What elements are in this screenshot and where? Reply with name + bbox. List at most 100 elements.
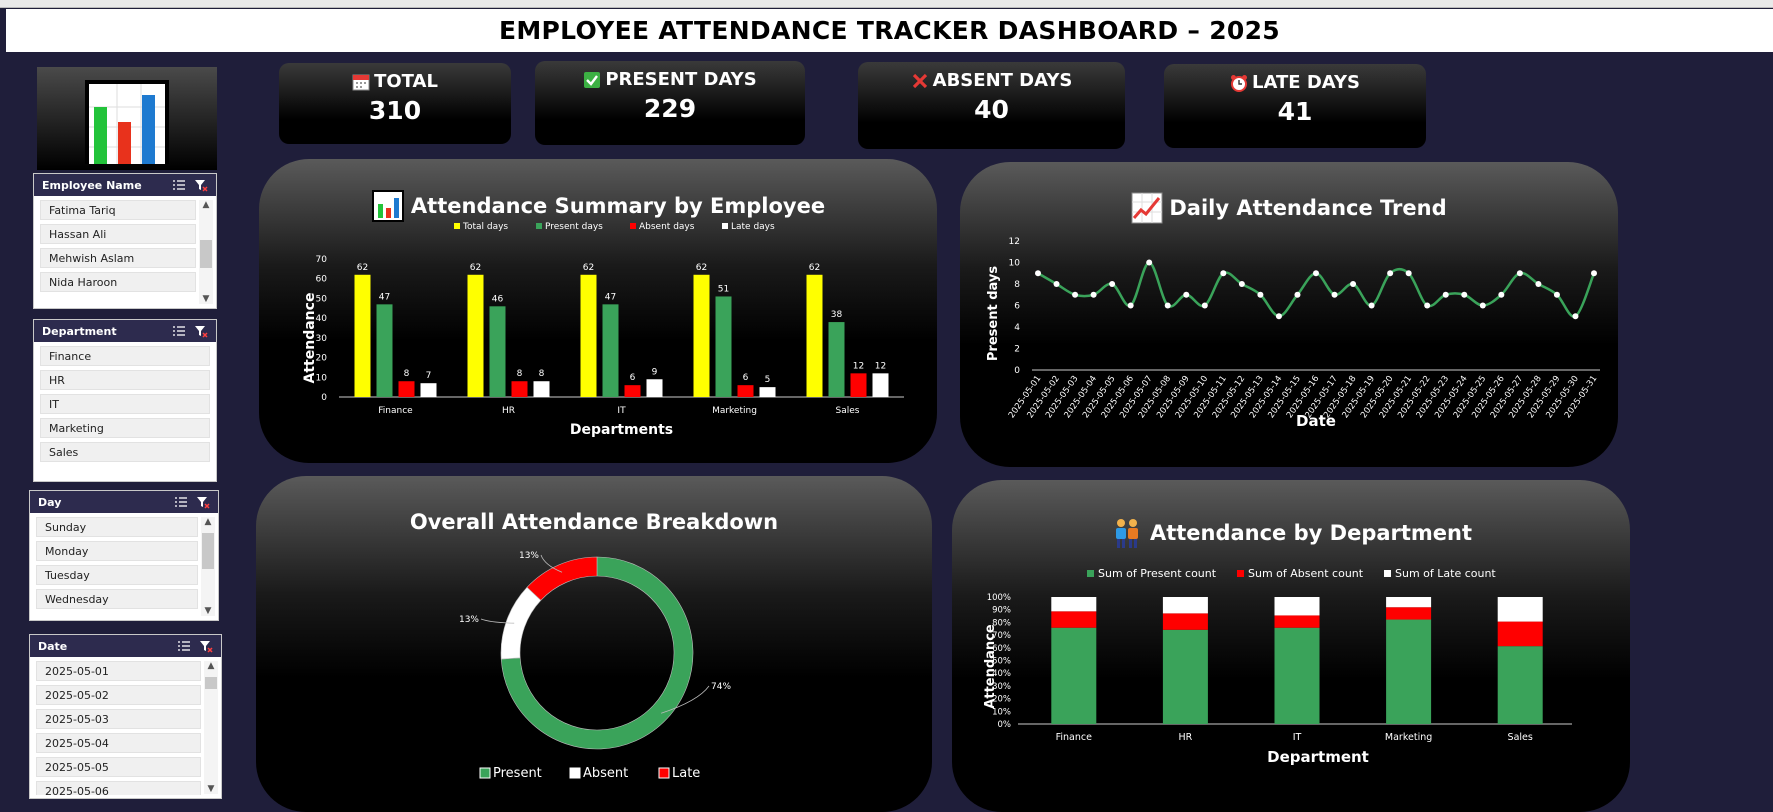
data-point bbox=[1461, 291, 1468, 298]
y-tick-label: 4 bbox=[1014, 323, 1020, 333]
multi-select-icon[interactable] bbox=[172, 178, 186, 192]
data-point bbox=[1053, 281, 1060, 287]
slicer-item[interactable]: Tuesday bbox=[36, 565, 198, 585]
clear-filter-icon[interactable] bbox=[196, 495, 210, 509]
scroll-down-icon[interactable]: ▼ bbox=[199, 294, 213, 304]
bar bbox=[489, 306, 506, 397]
data-point bbox=[1220, 270, 1227, 277]
scroll-up-icon[interactable]: ▲ bbox=[199, 200, 213, 210]
y-tick-label: 100% bbox=[987, 593, 1011, 603]
y-axis-label: Attendance bbox=[983, 624, 998, 709]
slicer-item[interactable]: 2025-05-04 bbox=[36, 733, 201, 753]
slicer-scrollbar[interactable]: ▲ ▼ bbox=[204, 661, 218, 794]
slicer-item[interactable]: Nida Haroon bbox=[40, 272, 196, 292]
clear-filter-icon[interactable] bbox=[199, 639, 213, 653]
page-title: EMPLOYEE ATTENDANCE TRACKER DASHBOARD – … bbox=[499, 16, 1280, 45]
legend-label: Total days bbox=[462, 222, 508, 232]
multi-select-icon[interactable] bbox=[174, 495, 188, 509]
data-point bbox=[1109, 281, 1116, 287]
daily-trend-chart: 0246810122025-05-012025-05-022025-05-032… bbox=[986, 237, 1600, 430]
bar-segment bbox=[1497, 597, 1543, 622]
data-point bbox=[1535, 281, 1542, 287]
scroll-down-icon[interactable]: ▼ bbox=[201, 606, 215, 616]
data-point bbox=[1442, 291, 1449, 298]
y-tick-label: 70 bbox=[316, 255, 328, 265]
legend-label: Sum of Present count bbox=[1098, 567, 1217, 580]
day-slicer: Day Sunday Monday Tuesday Wednesday ▲ ▼ bbox=[29, 490, 219, 621]
data-point bbox=[1164, 302, 1171, 309]
window-top-strip bbox=[0, 0, 1773, 8]
slicer-item[interactable]: Mehwish Aslam bbox=[40, 248, 196, 268]
data-label: 9 bbox=[652, 367, 658, 377]
bar bbox=[398, 381, 415, 397]
bar bbox=[759, 387, 776, 397]
scroll-down-icon[interactable]: ▼ bbox=[204, 784, 218, 794]
slicer-title: Day bbox=[38, 495, 62, 509]
legend-swatch bbox=[658, 767, 670, 779]
slicer-title: Employee Name bbox=[42, 178, 142, 192]
clear-filter-icon[interactable] bbox=[194, 178, 208, 192]
legend-swatch bbox=[479, 767, 491, 779]
x-tick-label: Sales bbox=[1508, 732, 1533, 743]
bar bbox=[467, 274, 484, 397]
scroll-up-icon[interactable]: ▲ bbox=[201, 517, 215, 527]
slicer-item[interactable]: Finance bbox=[40, 346, 210, 366]
bar bbox=[737, 385, 754, 397]
slicer-item[interactable]: 2025-05-06 bbox=[36, 781, 201, 795]
data-point bbox=[1405, 270, 1412, 277]
data-point bbox=[1201, 302, 1208, 309]
slicer-item[interactable]: 2025-05-01 bbox=[36, 661, 201, 681]
slicer-item[interactable]: IT bbox=[40, 394, 210, 414]
data-label: 13% bbox=[519, 551, 539, 561]
data-label: 38 bbox=[831, 310, 843, 320]
slicer-item[interactable]: Wednesday bbox=[36, 589, 198, 609]
bar bbox=[354, 274, 371, 397]
legend-swatch bbox=[722, 223, 728, 229]
legend-swatch bbox=[1384, 570, 1391, 577]
y-tick-label: 8 bbox=[1014, 280, 1020, 290]
data-point bbox=[1035, 270, 1041, 277]
bar-segment bbox=[1386, 619, 1432, 724]
data-label: 62 bbox=[809, 263, 820, 273]
attendance-summary-chart: Total days Present days Absent days Late da… bbox=[302, 222, 904, 438]
x-tick-label: IT bbox=[1293, 732, 1302, 743]
data-point bbox=[1183, 291, 1190, 298]
data-label: 47 bbox=[605, 292, 616, 302]
slicer-scrollbar[interactable]: ▲ ▼ bbox=[199, 200, 213, 304]
x-tick-label: IT bbox=[617, 406, 626, 416]
scroll-up-icon[interactable]: ▲ bbox=[204, 661, 218, 671]
slicer-item[interactable]: Fatima Tariq bbox=[40, 200, 196, 220]
calendar-icon bbox=[352, 74, 370, 90]
bar-segment bbox=[1274, 627, 1320, 724]
legend-label: Late days bbox=[731, 222, 775, 232]
data-label: 74% bbox=[711, 682, 731, 692]
slicer-item[interactable]: HR bbox=[40, 370, 210, 390]
bar bbox=[580, 274, 597, 397]
data-point bbox=[1516, 270, 1523, 277]
bar-segment bbox=[1162, 629, 1208, 724]
slicer-item[interactable]: Sunday bbox=[36, 517, 198, 537]
slicer-header: Department bbox=[34, 320, 216, 342]
data-point bbox=[1350, 281, 1357, 287]
clear-filter-icon[interactable] bbox=[194, 324, 208, 338]
x-axis-label: Date bbox=[1296, 412, 1336, 430]
slicer-title: Date bbox=[38, 639, 68, 653]
slicer-item[interactable]: Sales bbox=[40, 442, 210, 462]
slicer-item[interactable]: Monday bbox=[36, 541, 198, 561]
slicer-scrollbar[interactable]: ▲ ▼ bbox=[201, 517, 215, 616]
overall-breakdown-chart: 74% 13% 13% Present Absent Late bbox=[459, 551, 731, 781]
y-axis-label: Attendance bbox=[302, 293, 318, 384]
overall-breakdown-panel: Overall Attendance Breakdown 74% 13% 13% Pr… bbox=[256, 476, 932, 812]
department-slicer: Department Finance HR IT Marketing Sales bbox=[33, 319, 217, 482]
slicer-item[interactable]: Marketing bbox=[40, 418, 210, 438]
attendance-summary-panel: Attendance Summary by Employee Total day… bbox=[259, 159, 937, 463]
slicer-item[interactable]: Hassan Ali bbox=[40, 224, 196, 244]
slicer-item[interactable]: 2025-05-03 bbox=[36, 709, 201, 729]
multi-select-icon[interactable] bbox=[172, 324, 186, 338]
slicer-item[interactable]: 2025-05-05 bbox=[36, 757, 201, 777]
kpi-absent-card: ABSENT DAYS 40 bbox=[858, 62, 1125, 149]
data-label: 6 bbox=[630, 373, 636, 383]
slicer-item[interactable]: 2025-05-02 bbox=[36, 685, 201, 705]
multi-select-icon[interactable] bbox=[177, 639, 191, 653]
data-point bbox=[1294, 291, 1301, 298]
